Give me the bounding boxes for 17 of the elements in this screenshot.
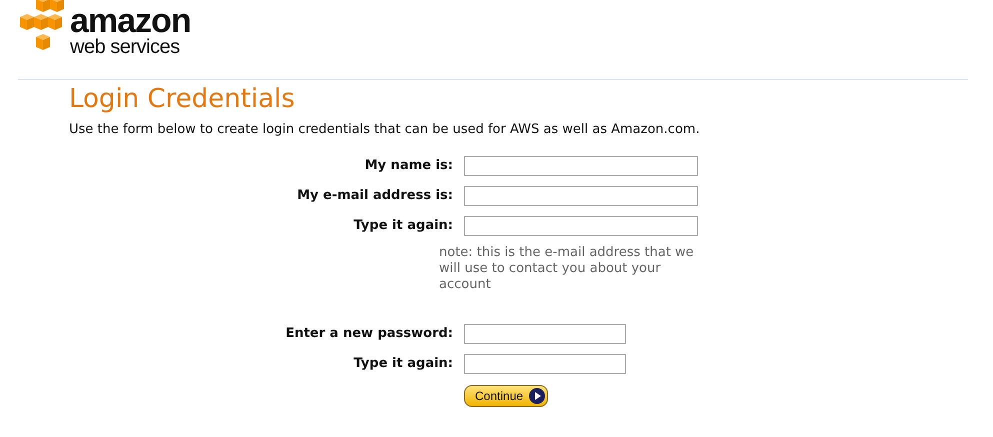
field-label: Enter a new password: bbox=[284, 325, 453, 343]
play-icon bbox=[529, 388, 546, 404]
field-note: note: this is the e-mail address that we will use to contact you about your account bbox=[439, 244, 695, 294]
field-label: Type it again: bbox=[352, 217, 453, 235]
logo-tagline: web services bbox=[70, 36, 181, 58]
input-field[interactable] bbox=[464, 354, 626, 374]
input-field[interactable] bbox=[464, 186, 698, 206]
field-label: My e-mail address is: bbox=[296, 187, 453, 205]
page-title: Login Credentials bbox=[69, 83, 296, 116]
field-label: Type it again: bbox=[352, 355, 453, 373]
intro-text: Use the form below to create login credentials that can be used for AWS as well as Amazon.com. bbox=[69, 122, 701, 137]
input-field[interactable] bbox=[464, 156, 698, 176]
input-field[interactable] bbox=[464, 216, 698, 236]
field-label: My name is: bbox=[364, 157, 453, 175]
logo-brand: amazon bbox=[70, 6, 191, 36]
input-field[interactable] bbox=[464, 324, 626, 344]
continue-button[interactable]: Continue bbox=[464, 385, 548, 407]
